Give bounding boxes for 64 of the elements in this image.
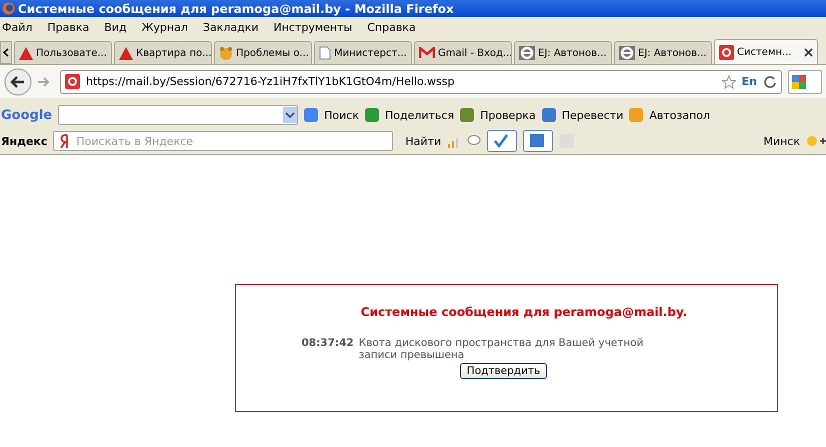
page-icon (319, 46, 331, 60)
triangle-icon (119, 46, 133, 60)
triangle-icon (19, 46, 33, 60)
google-logo: Google (1, 108, 52, 122)
message-text: Квота дискового пространства для Вашей учетной записи превышена (358, 337, 644, 361)
tab-title: Проблемы о... (236, 48, 309, 58)
browser-tab[interactable]: Системн... (714, 39, 818, 64)
yandex-logo: Яндекс (1, 134, 48, 148)
toolbar-button[interactable]: Проверка (480, 108, 536, 122)
spellcheck-icon[interactable] (487, 130, 518, 152)
e-icon (519, 46, 535, 60)
search-engine-field[interactable] (788, 70, 822, 94)
tab-title: Пользовате... (36, 48, 107, 58)
menu-item[interactable]: Вид (104, 21, 127, 34)
browser-tab[interactable]: Квартира по... (114, 41, 212, 64)
menu-item[interactable]: Закладки (202, 21, 258, 34)
tab-title: Gmail - Вход... (438, 48, 511, 58)
url-text: https://mail.by/Session/672716-Yz1iH7fxTlY1bK1GtO4m/Hello.wssp (86, 75, 454, 88)
menu-item[interactable]: Файл (2, 21, 32, 34)
tab-title: EJ: Автонов... (638, 48, 707, 58)
browser-tab[interactable]: Gmail - Вход... (414, 41, 512, 64)
menu-item[interactable]: Журнал (142, 21, 188, 34)
chevron-left-icon (3, 48, 9, 57)
close-icon[interactable] (804, 48, 813, 56)
tab-title: Квартира по... (136, 48, 211, 58)
confirm-button[interactable]: Подтвердить (460, 363, 548, 379)
toolbar-icon[interactable] (304, 108, 318, 122)
toolbar-icon[interactable] (460, 108, 474, 122)
browser-tab[interactable]: Проблемы о... (214, 41, 312, 64)
google-search-field[interactable] (58, 105, 298, 125)
weather-city[interactable]: Минск (763, 134, 800, 148)
menu-item[interactable]: Правка (47, 21, 90, 34)
yandex-icon (60, 134, 70, 148)
window-title: Системные сообщения для peramoga@mail.by - Mozilla Firefox (18, 2, 454, 16)
google-icon (792, 74, 806, 88)
address-bar[interactable]: https://mail.by/Session/672716-Yz1iH7fxTlY1bK1GtO4m/Hello.wssp En (60, 70, 782, 94)
toolbar-button[interactable]: Поиск (324, 108, 359, 122)
chat-bubble-icon[interactable] (467, 134, 482, 148)
toolbar-button[interactable]: Перевести (562, 108, 624, 122)
tab-title: EJ: Автонов... (538, 48, 607, 58)
menu-item[interactable]: Справка (367, 21, 416, 34)
toolbar-icon[interactable] (542, 108, 556, 122)
find-button[interactable]: Найти (405, 134, 442, 148)
star-icon[interactable] (722, 74, 736, 88)
tab-title: Министерст... (334, 48, 407, 58)
browser-tab[interactable]: EJ: Автонов... (514, 41, 612, 64)
browser-tab[interactable]: EJ: Автонов... (614, 41, 712, 64)
message-title: Системные сообщения для peramoga@mail.by. (360, 305, 688, 319)
dropdown-icon[interactable] (283, 107, 298, 123)
e-icon (619, 46, 635, 60)
sun-icon (806, 134, 826, 148)
menu-item[interactable]: Инструменты (274, 21, 352, 34)
tab-title: Системн... (737, 46, 792, 58)
toolbar-button[interactable]: Поделиться (384, 108, 454, 122)
message-time: 08:37:42 (302, 337, 354, 351)
bear-icon (219, 46, 233, 60)
toolbar-button[interactable]: Автозапол (649, 108, 710, 122)
search-placeholder: Поискать в Яндексе (76, 134, 194, 148)
browser-tab[interactable]: Пользовате... (14, 41, 112, 64)
tab-scroll-button[interactable] (0, 41, 12, 64)
browser-tab[interactable]: Министерст... (314, 41, 412, 64)
language-indicator: En (742, 75, 757, 88)
reload-icon[interactable] (763, 74, 777, 88)
toolbar-icon[interactable] (364, 108, 379, 122)
